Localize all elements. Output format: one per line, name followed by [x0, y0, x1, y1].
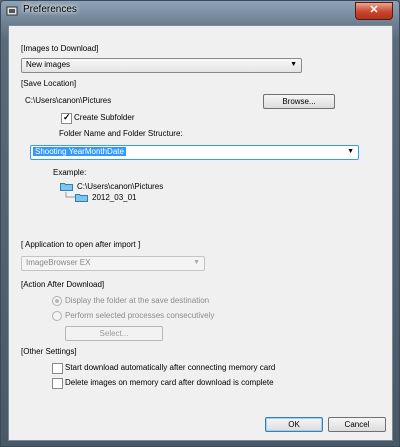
- images-to-download-heading: [Images to Download]: [21, 44, 99, 53]
- close-icon: ✕: [369, 4, 379, 16]
- save-location-heading: [Save Location]: [21, 79, 77, 88]
- close-button[interactable]: ✕: [355, 2, 393, 20]
- browse-button[interactable]: Browse...: [263, 94, 335, 109]
- delete-after-download-label: Delete images on memory card after downl…: [65, 378, 274, 387]
- perform-processes-label: Perform selected processes consecutively: [65, 311, 215, 320]
- title-bar[interactable]: Preferences ✕: [1, 1, 399, 23]
- images-to-download-value: New images: [26, 60, 71, 69]
- window-title: Preferences: [23, 4, 77, 15]
- create-subfolder-checkbox[interactable]: ✓: [61, 112, 72, 124]
- select-processes-button[interactable]: Select...: [65, 326, 163, 341]
- example-label: Example:: [53, 168, 87, 177]
- create-subfolder-label: Create Subfolder: [74, 113, 135, 122]
- folder-icon: [60, 183, 73, 191]
- folder-icon: [75, 194, 88, 202]
- chevron-down-icon: ▼: [290, 61, 297, 68]
- action-heading: [Action After Download]: [21, 280, 105, 289]
- dialog-body: [Images to Download] New images ▼ [Save …: [8, 25, 393, 441]
- folder-structure-select[interactable]: Shooting YearMonthDate ▼: [30, 145, 359, 160]
- folder-structure-label: Folder Name and Folder Structure:: [59, 129, 183, 138]
- other-settings-heading: [Other Settings]: [21, 347, 77, 356]
- app-icon: [6, 6, 18, 16]
- save-location-path[interactable]: C:\Users\canon\Pictures: [25, 96, 111, 105]
- perform-processes-radio[interactable]: [52, 311, 62, 321]
- chevron-down-icon: ▼: [347, 148, 354, 155]
- display-folder-label: Display the folder at the save destinati…: [65, 296, 210, 305]
- application-heading: [ Application to open after import ]: [21, 240, 141, 249]
- folder-structure-value: Shooting YearMonthDate: [33, 147, 126, 156]
- cancel-button[interactable]: Cancel: [328, 417, 386, 432]
- chevron-down-icon: ▼: [193, 259, 200, 266]
- auto-download-checkbox[interactable]: [52, 363, 63, 374]
- display-folder-radio[interactable]: [52, 296, 62, 306]
- ok-button[interactable]: OK: [265, 417, 323, 432]
- application-value: ImageBrowser EX: [26, 258, 91, 267]
- images-to-download-select[interactable]: New images ▼: [21, 58, 302, 73]
- example-root-path: C:\Users\canon\Pictures: [77, 182, 164, 191]
- delete-after-download-checkbox[interactable]: [52, 378, 63, 389]
- preferences-window: Preferences ✕ [Images to Download] New i…: [0, 0, 400, 447]
- example-child-path: 2012_03_01: [92, 193, 137, 202]
- auto-download-label: Start download automatically after conne…: [65, 363, 276, 372]
- application-select[interactable]: ImageBrowser EX ▼: [21, 256, 205, 271]
- check-icon: ✓: [63, 112, 71, 122]
